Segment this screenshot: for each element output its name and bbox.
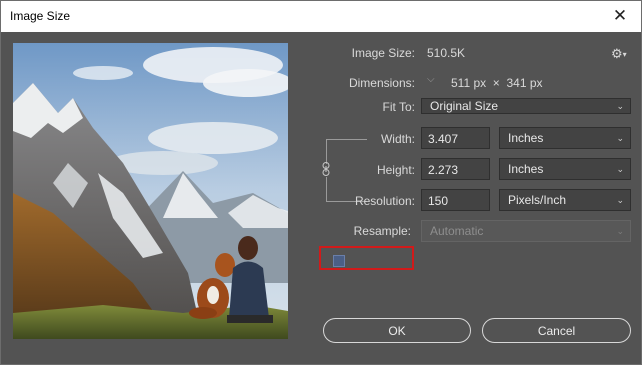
resample-label: Resample: [353,224,411,238]
dialog-content: Image Size: 510.5K ⚙▾ Dimensions: ⌵ 511 … [1,32,641,364]
image-size-value: 510.5K [427,46,466,60]
title-bar: Image Size ✕ [1,1,641,32]
close-icon[interactable]: ✕ [609,5,631,27]
fit-to-label: Fit To: [382,100,415,114]
resolution-label: Resolution: [354,194,415,208]
dimensions-dropdown-icon[interactable]: ⌵ [427,74,435,85]
chevron-down-icon: ⌄ [616,195,624,205]
chevron-down-icon: ⌄ [616,226,624,236]
width-label: Width: [380,132,415,146]
dimensions-value: 511 px × 341 px [451,76,543,90]
fit-to-value: Original Size [430,99,499,113]
height-unit-value: Inches [508,162,544,176]
fit-to-select[interactable]: Original Size ⌄ [421,98,631,114]
width-unit-select[interactable]: Inches ⌄ [499,127,631,149]
landscape-photo [13,43,288,339]
height-input[interactable]: 2.273 [421,158,490,180]
chevron-down-icon: ⌄ [616,133,624,143]
chevron-down-icon: ⌄ [616,101,624,111]
resolution-unit-value: Pixels/Inch [508,193,567,207]
cancel-button[interactable]: Cancel [482,318,631,343]
resolution-unit-select[interactable]: Pixels/Inch ⌄ [499,189,631,211]
image-size-label: Image Size: [351,46,415,60]
image-size-dialog: Image Size ✕ Image Size: 510.5K ⚙▾ Dimen… [0,0,642,365]
resolution-input[interactable]: 150 [421,189,490,211]
dimensions-label: Dimensions: [348,76,415,90]
resample-method-select[interactable]: Automatic ⌄ [421,220,631,242]
width-input[interactable]: 3.407 [421,127,490,149]
height-unit-select[interactable]: Inches ⌄ [499,158,631,180]
dialog-title: Image Size [10,9,71,23]
resample-checkbox[interactable] [333,255,345,267]
chevron-down-icon: ⌄ [616,164,624,174]
image-preview[interactable] [13,43,288,339]
height-label: Height: [376,163,415,177]
resample-method-value: Automatic [430,224,484,238]
ok-button[interactable]: OK [323,318,471,343]
width-unit-value: Inches [508,131,544,145]
gear-icon[interactable]: ⚙▾ [611,46,627,62]
